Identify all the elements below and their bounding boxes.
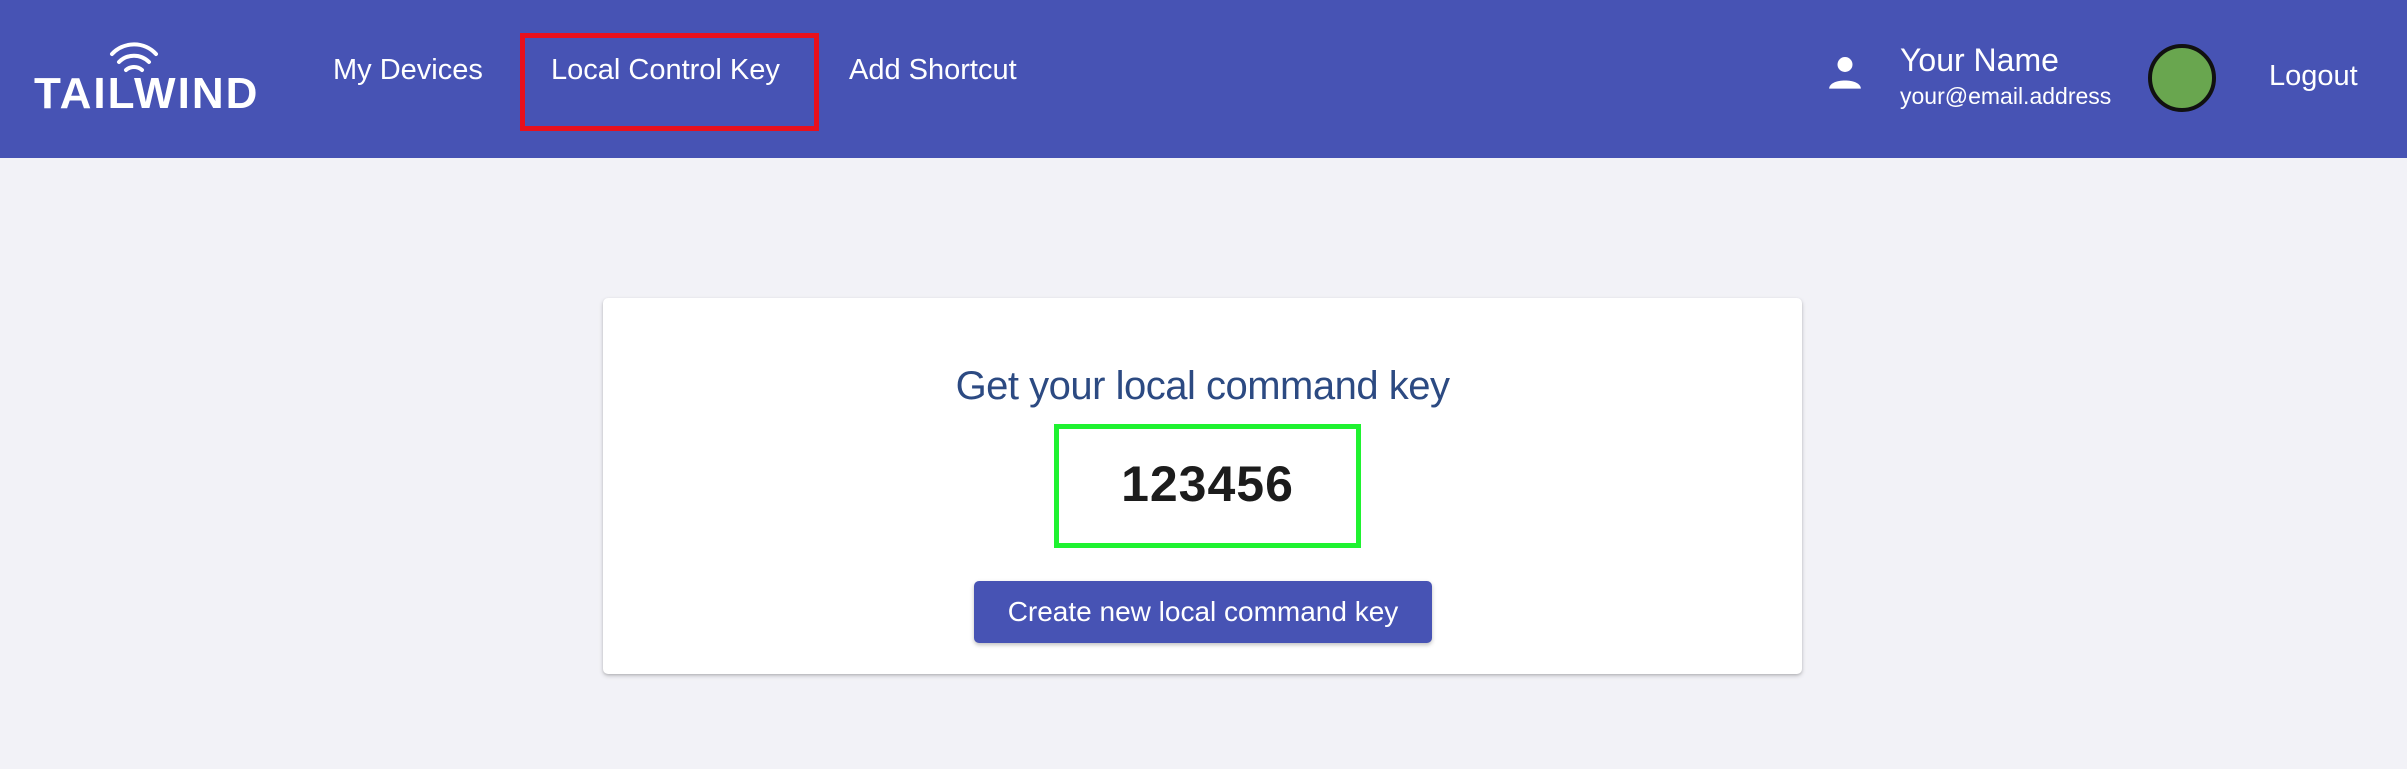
nav-add-shortcut[interactable]: Add Shortcut — [849, 56, 1017, 85]
command-key-value: 123456 — [1121, 456, 1294, 512]
local-command-key-card: Get your local command key 123456 Create… — [603, 298, 1802, 674]
person-icon — [1829, 57, 1861, 89]
top-app-bar: TAILWIND My Devices Local Control Key Ad… — [0, 0, 2407, 158]
user-name: Your Name — [1900, 42, 2059, 78]
tailwind-logo[interactable]: TAILWIND — [34, 40, 257, 116]
card-title: Get your local command key — [955, 364, 1450, 408]
user-email: your@email.address — [1900, 83, 2112, 109]
nav-local-control-key[interactable]: Local Control Key — [551, 56, 780, 85]
logo-wordmark: TAILWIND — [34, 69, 260, 118]
logout-button[interactable]: Logout — [2269, 62, 2358, 91]
create-new-key-button[interactable]: Create new local command key — [974, 581, 1432, 643]
avatar[interactable] — [2148, 44, 2216, 112]
nav-my-devices[interactable]: My Devices — [333, 56, 483, 85]
command-key-highlight: 123456 — [1054, 424, 1361, 548]
